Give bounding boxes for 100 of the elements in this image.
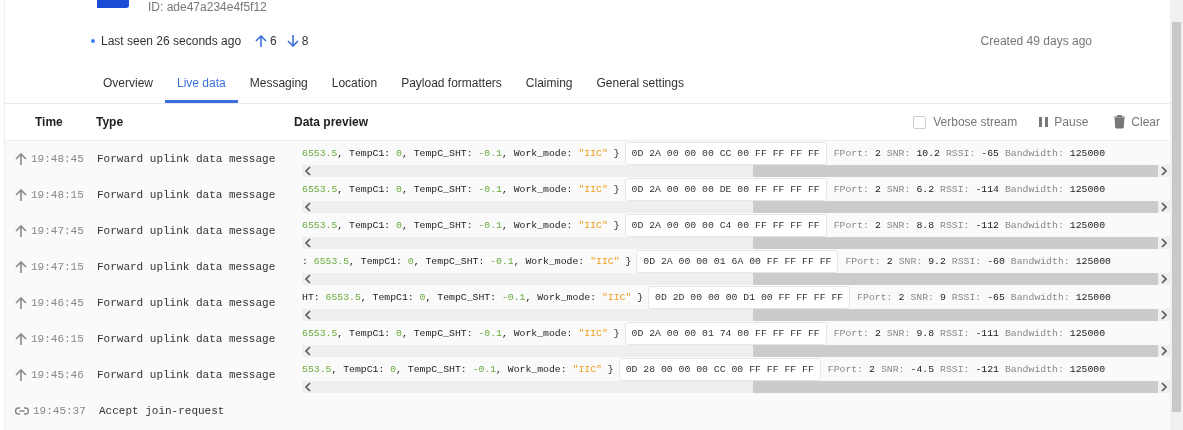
verbose-stream-checkbox[interactable]: Verbose stream [913,115,1018,129]
chevron-right-icon [1158,310,1170,320]
tab[interactable]: Location [319,67,390,103]
horizontal-scrollbar[interactable] [302,381,1170,393]
created-text: Created 49 days ago [980,34,1092,48]
raw-payload: 0D 2D 00 00 00 D1 00 FF FF FF FF [648,285,851,309]
chevron-right-icon [1158,382,1170,392]
horizontal-scrollbar[interactable] [302,237,1170,249]
decoded-payload-text: : 6553.5, TempC1: 0, TempC_SHT: -0.1, Work_mode: "IIC" } [302,255,632,267]
trash-icon [1114,115,1126,129]
decoded-payload-text: HT: 6553.5, TempC1: 0, TempC_SHT: -0.1, Work_mode: "IIC" } [302,291,644,303]
chevron-left-icon [302,382,314,392]
chevron-left-icon [302,274,314,284]
horizontal-scrollbar[interactable] [302,201,1170,213]
metadata-label: SNR: [886,327,911,339]
column-header: Time [34,115,64,129]
pause-icon [1039,117,1049,127]
metadata-value: 125000 [1069,219,1106,231]
raw-payload: 0D 2A 00 00 00 CC 00 FF FF FF FF [624,141,827,165]
metadata-label: Bandwidth: [1004,327,1064,339]
metadata-label: FPort: [827,363,864,375]
metadata-label: FPort: [833,183,869,195]
raw-payload: 0D 2A 00 00 01 6A 00 FF FF FF FF [636,249,839,273]
metadata-label: Bandwidth: [1004,219,1064,231]
chevron-right-icon [1158,202,1170,212]
metadata-label: RSSI: [940,327,970,339]
column-header: Data preview [294,115,369,129]
metadata-label: Bandwidth: [1010,255,1070,267]
horizontal-scrollbar[interactable] [302,165,1170,177]
vertical-scrollbar[interactable] [1170,0,1183,430]
metadata-label: Bandwidth: [1005,363,1064,375]
metadata-value: 2 [874,147,881,159]
metadata-label: RSSI: [940,219,970,231]
metadata-value: -121 [975,363,999,375]
type-cell: Forward uplink data message [97,297,276,309]
metadata-value: 2 [869,363,875,375]
chevron-left-icon [302,238,314,248]
metadata-label: FPort: [833,147,869,159]
chevron-left-icon [302,310,314,320]
clear-button[interactable]: Clear [1110,113,1164,131]
metadata-value: 125000 [1075,255,1111,267]
tab[interactable]: General settings [584,67,696,103]
uplink-arrow-icon [15,368,27,382]
horizontal-scrollbar[interactable] [302,273,1170,285]
tab[interactable]: Messaging [237,67,320,103]
metadata-value: 10.2 [916,147,940,159]
type-cell: Forward uplink data message [97,153,276,165]
time-cell-text: 19:47:15 [31,261,85,273]
metadata-label: RSSI: [940,363,970,375]
metadata-label: Bandwidth: [1004,183,1064,195]
metadata-value: 125000 [1069,327,1106,339]
device-id: ID: ade47a234e4f5f12 [148,0,267,14]
metadata-value: 9.8 [916,327,935,339]
metadata-label: RSSI: [951,291,982,303]
link-icon [15,406,29,416]
metadata-label: SNR: [881,363,905,375]
metadata-value: -112 [975,219,999,231]
metadata-label: SNR: [886,147,911,159]
chevron-left-icon [302,166,314,176]
metadata-label: RSSI: [951,255,982,267]
metadata-value: -4.5 [910,363,935,375]
metadata-label: SNR: [910,291,934,303]
metadata-value: -114 [975,183,999,195]
raw-payload: 0D 2A 00 00 01 74 00 FF FF FF FF [624,321,827,345]
metadata-value: 2 [898,291,905,303]
chevron-left-icon [302,202,314,212]
metadata-value: -60 [987,255,1005,267]
horizontal-scrollbar[interactable] [302,309,1170,321]
chevron-right-icon [1158,274,1170,284]
downlink-count: 8 [301,34,309,48]
raw-payload: 0D 2A 00 00 00 C4 00 FF FF FF FF [624,213,827,237]
metadata-label: FPort: [857,291,893,303]
tab[interactable]: Overview [91,67,165,103]
metadata-label: FPort: [845,255,881,267]
chevron-right-icon [1158,238,1170,248]
uplink-arrow-icon [15,332,27,346]
time-cell-text: 19:45:46 [31,369,85,381]
metadata-value: 2 [886,255,893,267]
pause-button[interactable]: Pause [1035,113,1093,131]
decoded-payload-text: 6553.5, TempC1: 0, TempC_SHT: -0.1, Work_mode: "IIC" } [302,327,620,339]
metadata-value: 2 [874,183,881,195]
decoded-payload-text: 6553.5, TempC1: 0, TempC_SHT: -0.1, Work_mode: "IIC" } [302,147,620,159]
time-cell-text: 19:46:15 [31,333,85,345]
metadata-value: 125000 [1075,291,1111,303]
metadata-label: RSSI: [940,183,970,195]
checkbox-icon[interactable] [913,115,927,129]
metadata-value: 9.2 [928,255,946,267]
tab[interactable]: Claiming [513,67,585,103]
uplink-arrow-icon [255,34,268,48]
tab[interactable]: Payload formatters [389,67,514,103]
metadata-label: Bandwidth: [1010,291,1070,303]
type-cell: Accept join-request [99,405,225,417]
downlink-arrow-icon [286,34,299,48]
metadata-value: 125000 [1069,147,1106,159]
metadata-label: SNR: [886,219,911,231]
metadata-value: 9 [939,291,946,303]
uplink-arrow-icon [15,296,27,310]
horizontal-scrollbar[interactable] [302,345,1170,357]
uplink-arrow-icon [15,188,27,202]
raw-payload: 0D 28 00 00 00 CC 00 FF FF FF FF [618,357,821,381]
